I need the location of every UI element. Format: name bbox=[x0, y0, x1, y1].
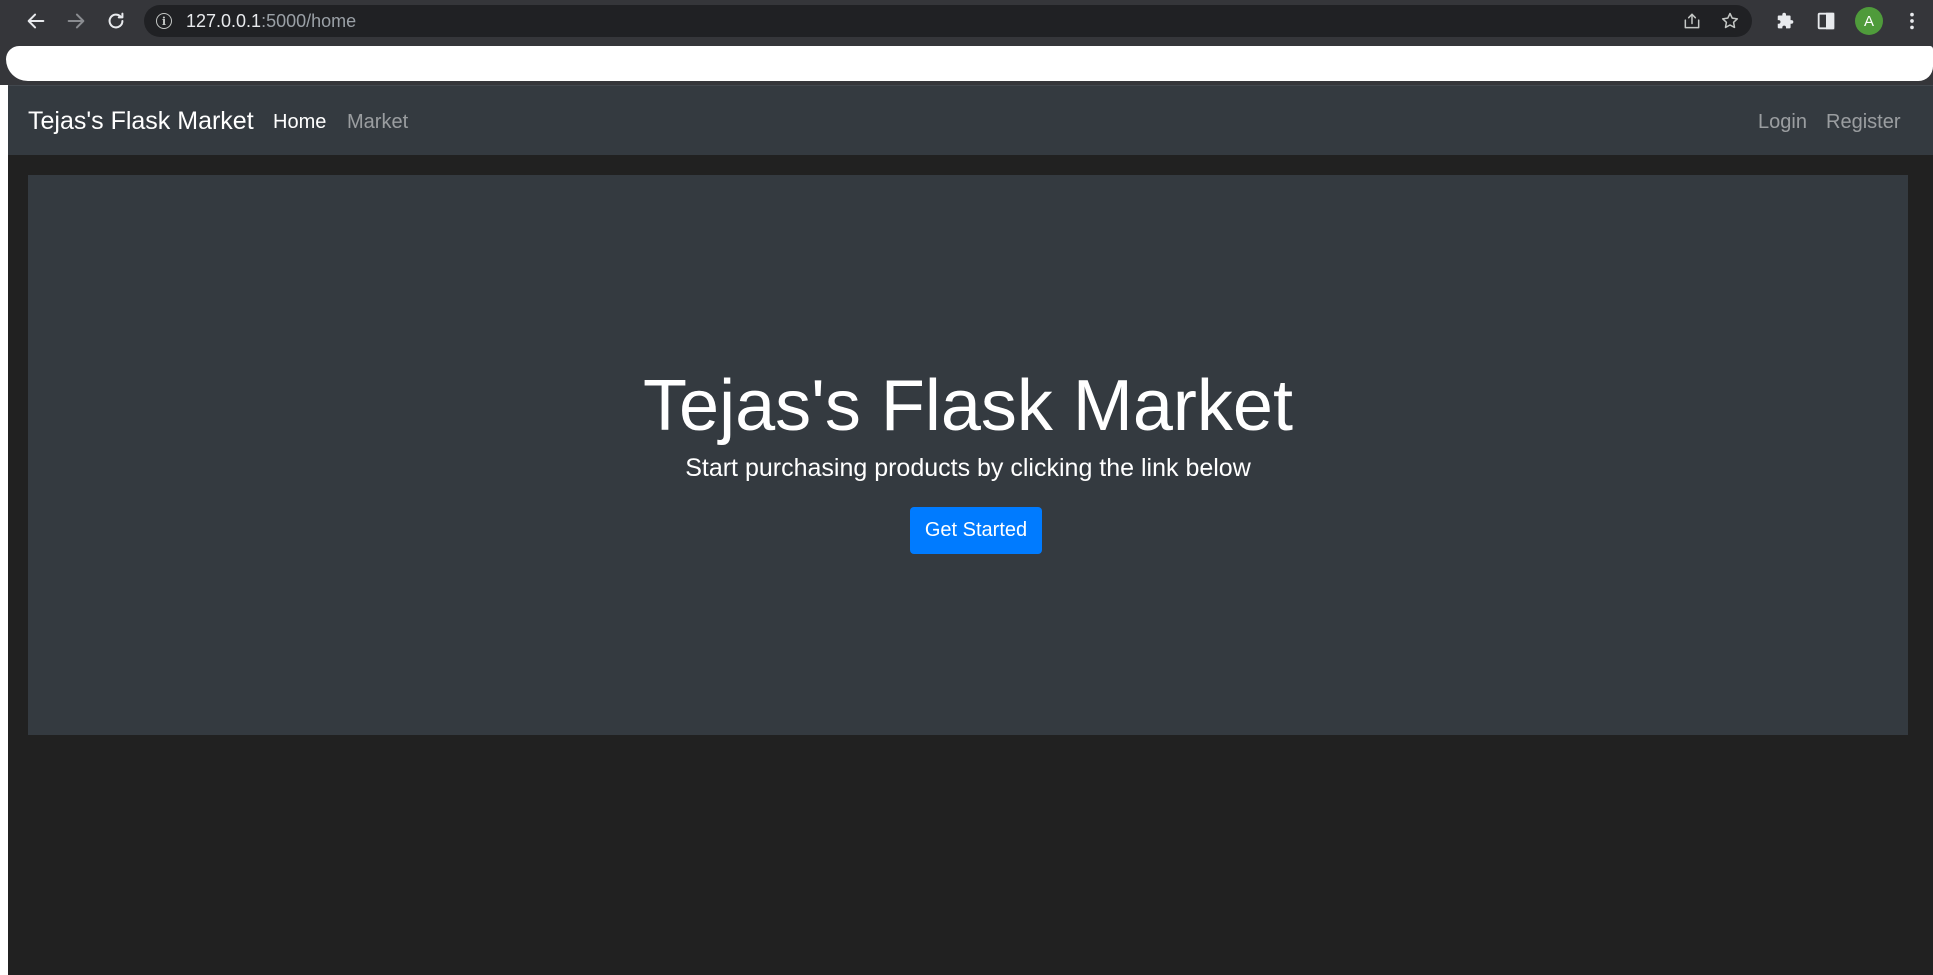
side-panel-icon[interactable] bbox=[1815, 10, 1837, 32]
browser-toolbar: i 127.0.0.1:5000/home A bbox=[0, 0, 1933, 42]
hero-lead: Start purchasing products by clicking th… bbox=[685, 454, 1251, 482]
reload-icon bbox=[108, 12, 124, 29]
star-icon[interactable] bbox=[1720, 11, 1740, 31]
nav-home-link[interactable]: Home bbox=[273, 110, 326, 134]
share-icon[interactable] bbox=[1682, 11, 1702, 31]
reload-button[interactable] bbox=[96, 0, 136, 42]
site-navbar: Tejas's Flask Market Home Market Login R… bbox=[8, 85, 1933, 155]
url-path: :5000/home bbox=[261, 10, 357, 31]
kebab-menu-icon[interactable] bbox=[1901, 10, 1923, 32]
url-host: 127.0.0.1 bbox=[186, 10, 262, 31]
profile-avatar[interactable]: A bbox=[1855, 7, 1883, 35]
page-body: Tejas's Flask Market Home Market Login R… bbox=[8, 85, 1933, 975]
forward-button[interactable] bbox=[56, 0, 96, 42]
puzzle-icon[interactable] bbox=[1775, 10, 1797, 32]
back-button[interactable] bbox=[16, 0, 56, 42]
arrow-right-icon bbox=[67, 13, 85, 29]
brand-link[interactable]: Tejas's Flask Market bbox=[28, 106, 254, 136]
arrow-left-icon bbox=[27, 13, 45, 29]
info-icon[interactable]: i bbox=[156, 13, 172, 29]
hero-panel: Tejas's Flask Market Start purchasing pr… bbox=[28, 175, 1908, 735]
hero-title: Tejas's Flask Market bbox=[643, 366, 1293, 446]
window-edge bbox=[0, 85, 8, 975]
nav-market-link[interactable]: Market bbox=[347, 110, 408, 134]
get-started-button[interactable]: Get Started bbox=[910, 507, 1042, 554]
redaction-mark bbox=[6, 46, 1933, 81]
nav-register-link[interactable]: Register bbox=[1826, 110, 1900, 134]
address-bar[interactable]: i 127.0.0.1:5000/home bbox=[144, 5, 1752, 37]
nav-login-link[interactable]: Login bbox=[1758, 110, 1807, 134]
